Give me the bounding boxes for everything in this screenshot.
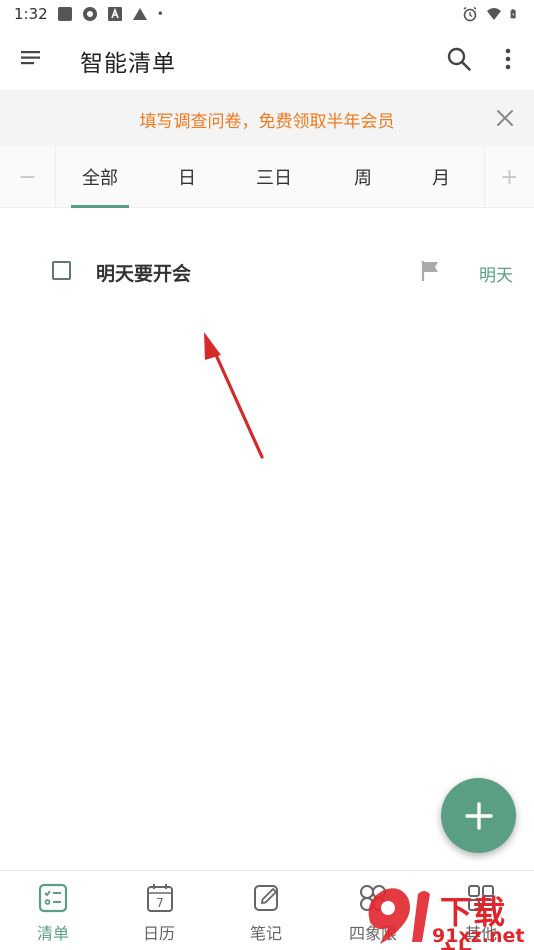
tab-month[interactable]: 月 (414, 146, 468, 208)
nav-item-checklist[interactable]: 清单 (0, 871, 106, 950)
promo-banner-text[interactable]: 填写调查问卷，免费领取半年会员 (0, 107, 534, 132)
task-item[interactable]: 明天要开会 明天 (0, 240, 534, 302)
a-notification-icon (107, 7, 122, 21)
nav-label: 笔记 (249, 924, 282, 943)
nav-label: 日历 (142, 924, 175, 943)
note-icon (254, 885, 278, 911)
page-title: 智能清单 (80, 51, 176, 77)
nav-label: 清单 (36, 924, 69, 943)
checklist-icon (38, 883, 68, 913)
status-left: 1:32 • (14, 5, 164, 23)
tab-week[interactable]: 周 (336, 146, 390, 208)
tab-label: 三日 (256, 168, 292, 189)
plus-icon (464, 801, 493, 830)
promo-banner[interactable]: 填写调查问卷，免费领取半年会员 (0, 90, 534, 146)
close-icon[interactable] (495, 108, 515, 128)
watermark-url: 91xz.net (432, 925, 525, 947)
app-notification-icon (57, 7, 72, 21)
status-right (462, 6, 520, 22)
search-icon[interactable] (446, 46, 472, 72)
nav-item-notes[interactable]: 笔记 (213, 871, 319, 950)
tab-label: 月 (432, 168, 450, 189)
tab-all[interactable]: 全部 (71, 146, 129, 208)
more-vert-icon[interactable] (498, 46, 518, 72)
task-checkbox[interactable] (52, 261, 71, 280)
flag-icon[interactable] (421, 260, 441, 282)
status-time: 1:32 (14, 5, 48, 23)
settings-notification-icon (82, 7, 97, 21)
calendar-day-number: 7 (156, 896, 164, 910)
status-dot: • (156, 7, 164, 21)
wifi-icon (487, 8, 501, 20)
filter-tabs: − 全部 日 三日 周 月 + (0, 146, 534, 208)
alarm-icon (463, 6, 477, 22)
task-due-date[interactable]: 明天 (479, 261, 513, 286)
tab-day[interactable]: 日 (160, 146, 214, 208)
tab-three-days[interactable]: 三日 (245, 146, 303, 208)
add-task-button[interactable] (441, 778, 516, 853)
nav-item-calendar[interactable]: 7 日历 (106, 871, 212, 950)
tab-increase-button[interactable]: + (484, 146, 534, 208)
tab-label: 日 (178, 168, 196, 189)
task-title[interactable]: 明天要开会 (96, 259, 191, 286)
tab-label: 周 (354, 168, 372, 189)
calendar-icon: 7 (147, 884, 173, 912)
menu-icon[interactable] (20, 48, 42, 68)
tab-label: 全部 (82, 168, 118, 189)
battery-icon (510, 9, 516, 19)
tab-decrease-button[interactable]: − (0, 146, 56, 208)
triangle-notification-icon (132, 8, 147, 20)
status-bar: 1:32 • (0, 0, 534, 28)
app-bar: 智能清单 (0, 28, 534, 90)
